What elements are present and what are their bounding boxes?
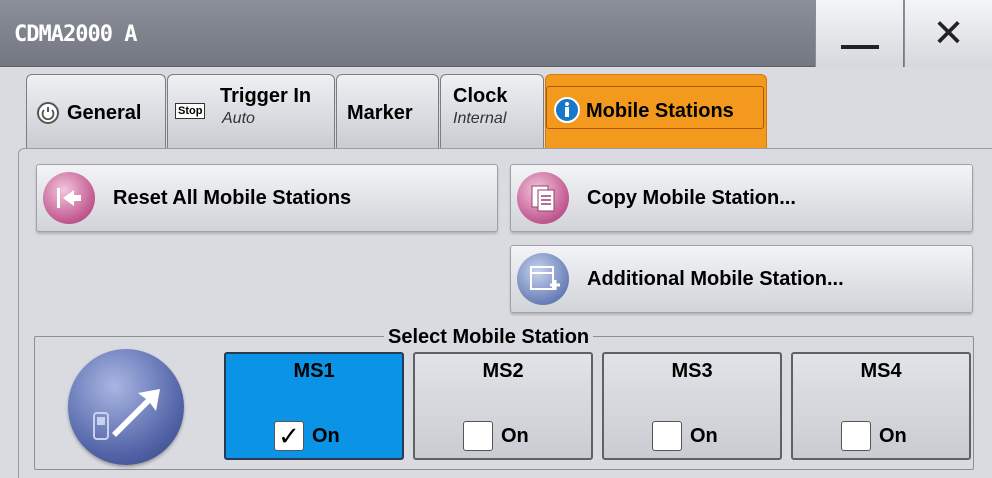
close-icon: ✕ xyxy=(932,12,965,55)
ms4-button[interactable]: MS4 On xyxy=(791,352,971,460)
minimize-button[interactable] xyxy=(815,0,903,67)
select-mobile-station-legend: Select Mobile Station xyxy=(384,326,594,349)
ms2-label: MS2 xyxy=(482,360,524,382)
ms1-button[interactable]: MS1 ✓ On xyxy=(224,352,404,460)
ms4-state: On xyxy=(879,425,907,447)
title-bar: CDMA2000 A ✕ xyxy=(0,0,992,67)
tab-clock-sub: Internal xyxy=(453,110,507,127)
ms1-checkbox[interactable]: ✓ xyxy=(274,421,304,451)
power-icon xyxy=(37,102,59,124)
stop-badge: Stop xyxy=(175,103,206,119)
tab-marker-label: Marker xyxy=(347,102,413,124)
add-window-icon xyxy=(517,253,569,305)
tab-general-label: General xyxy=(67,102,142,124)
copy-mobile-station-button[interactable]: Copy Mobile Station... xyxy=(510,164,973,232)
tab-mobile-stations-label: Mobile Stations xyxy=(586,100,734,122)
ms2-checkbox[interactable] xyxy=(463,421,493,451)
additional-mobile-station-button[interactable]: Additional Mobile Station... xyxy=(510,245,973,313)
mobile-station-icon xyxy=(68,349,184,465)
ms3-checkbox[interactable] xyxy=(652,421,682,451)
tab-marker[interactable]: Marker xyxy=(336,74,439,150)
ms2-state: On xyxy=(501,425,529,447)
ms4-checkbox[interactable] xyxy=(841,421,871,451)
tab-clock-label: Clock xyxy=(453,85,508,107)
tab-trigger-in[interactable]: Stop Trigger In Auto xyxy=(167,74,335,150)
close-button[interactable]: ✕ xyxy=(904,0,992,67)
tab-mobile-stations[interactable]: Mobile Stations xyxy=(545,74,767,150)
ms1-state: On xyxy=(312,425,340,447)
ms3-button[interactable]: MS3 On xyxy=(602,352,782,460)
reset-all-button[interactable]: Reset All Mobile Stations xyxy=(36,164,498,232)
tab-trigger-sub: Auto xyxy=(222,110,255,127)
ms2-button[interactable]: MS2 On xyxy=(413,352,593,460)
info-icon xyxy=(554,97,580,123)
ms3-label: MS3 xyxy=(671,360,713,382)
ms4-label: MS4 xyxy=(860,360,902,382)
tab-clock[interactable]: Clock Internal xyxy=(440,74,544,150)
reset-icon xyxy=(43,172,95,224)
minimize-icon xyxy=(840,44,879,49)
tab-trigger-label: Trigger In xyxy=(220,85,312,107)
ms1-label: MS1 xyxy=(293,360,335,382)
window-title: CDMA2000 A xyxy=(14,22,137,47)
cdma2000-dialog: CDMA2000 A ✕ General Stop Trigger In Aut… xyxy=(0,0,992,478)
ms3-state: On xyxy=(690,425,718,447)
copy-mobile-station-label: Copy Mobile Station... xyxy=(587,187,796,209)
additional-mobile-station-label: Additional Mobile Station... xyxy=(587,268,844,290)
copy-icon xyxy=(517,172,569,224)
tab-general[interactable]: General xyxy=(26,74,166,150)
reset-all-label: Reset All Mobile Stations xyxy=(113,187,352,209)
